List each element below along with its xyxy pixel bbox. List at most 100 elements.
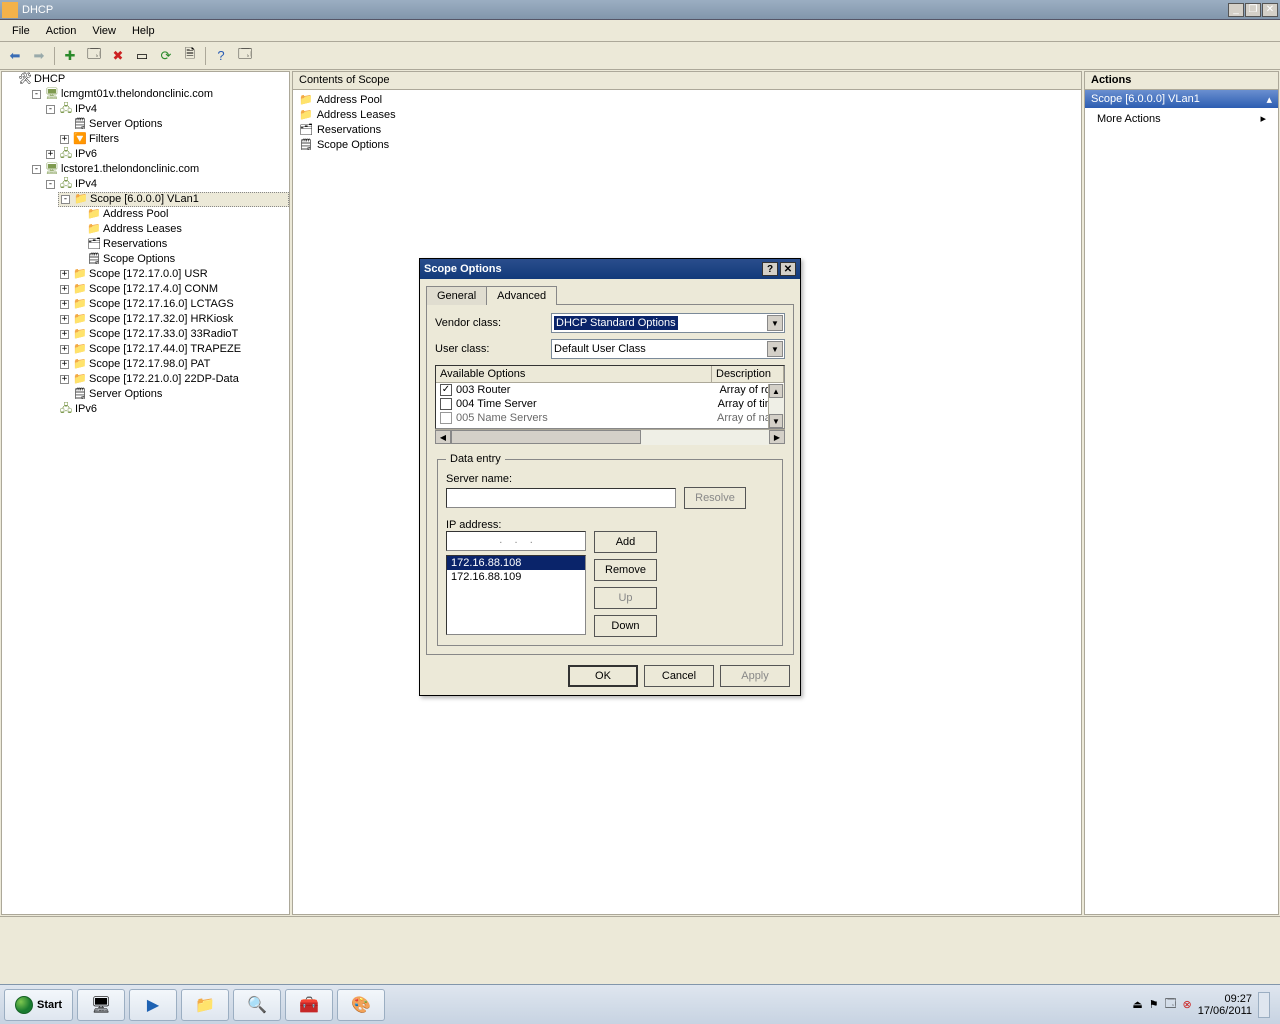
taskbar-item[interactable]: ▶ xyxy=(129,989,177,1021)
tree-server-options-1[interactable]: 🗒Server Options xyxy=(58,117,289,132)
column-header[interactable]: Available Options xyxy=(436,366,712,382)
option-row[interactable]: 004 Time ServerArray of time xyxy=(436,397,784,411)
tree-ipv6-2[interactable]: 🖧IPv6 xyxy=(44,402,289,417)
properties-icon[interactable]: ▭ xyxy=(131,45,153,67)
tree-server-2[interactable]: -🖥lcstore1.thelondonclinic.com xyxy=(30,162,289,177)
server-name-input[interactable] xyxy=(446,488,676,508)
expand-icon[interactable]: + xyxy=(60,345,69,354)
actions-scope-header[interactable]: Scope [6.0.0.0] VLan1▴ xyxy=(1085,90,1278,108)
taskbar-item[interactable]: 🧰 xyxy=(285,989,333,1021)
maximize-button[interactable]: ❐ xyxy=(1245,3,1261,17)
list-icon[interactable]: 🗔 xyxy=(83,45,105,67)
tree-scope[interactable]: +📁Scope [172.21.0.0] 22DP-Data xyxy=(58,372,289,387)
options-icon[interactable]: 🗔 xyxy=(234,45,256,67)
tray-icon[interactable]: ⚑ xyxy=(1149,998,1159,1011)
apply-button[interactable]: Apply xyxy=(720,665,790,687)
cancel-button[interactable]: Cancel xyxy=(644,665,714,687)
collapse-icon[interactable]: - xyxy=(32,90,41,99)
tree-server-1[interactable]: -🖥lcmgmt01v.thelondonclinic.com xyxy=(30,87,289,102)
taskbar-item[interactable]: 🖥 xyxy=(77,989,125,1021)
dialog-titlebar[interactable]: Scope Options ? ✕ xyxy=(420,259,800,279)
back-icon[interactable]: ⬅ xyxy=(4,45,26,67)
collapse-icon[interactable]: - xyxy=(46,105,55,114)
tree-scope[interactable]: +📁Scope [172.17.16.0] LCTAGS xyxy=(58,297,289,312)
tree-scope[interactable]: +📁Scope [172.17.33.0] 33RadioT xyxy=(58,327,289,342)
tree-ipv4-2[interactable]: -🖧IPv4 xyxy=(44,177,289,192)
ip-list-item[interactable]: 172.16.88.109 xyxy=(447,570,585,584)
expand-icon[interactable]: + xyxy=(60,300,69,309)
list-item[interactable]: 🗒Scope Options xyxy=(295,137,1079,152)
expand-icon[interactable]: + xyxy=(60,330,69,339)
tree-scope-options[interactable]: 🗒Scope Options xyxy=(72,252,289,267)
delete-icon[interactable]: ✖ xyxy=(107,45,129,67)
checkbox-icon[interactable] xyxy=(440,412,452,424)
refresh-icon[interactable]: ⟳ xyxy=(155,45,177,67)
menu-file[interactable]: File xyxy=(4,23,38,39)
tree-scope[interactable]: +📁Scope [172.17.32.0] HRKiosk xyxy=(58,312,289,327)
option-row[interactable]: 005 Name ServersArray of nam xyxy=(436,411,784,425)
menu-help[interactable]: Help xyxy=(124,23,163,39)
expand-icon[interactable]: + xyxy=(46,150,55,159)
expand-icon[interactable]: + xyxy=(60,315,69,324)
expand-icon[interactable]: + xyxy=(60,270,69,279)
help-icon[interactable]: ? xyxy=(210,45,232,67)
tree-scope[interactable]: +📁Scope [172.17.98.0] PAT xyxy=(58,357,289,372)
collapse-icon[interactable]: - xyxy=(61,195,70,204)
tree-server-options-2[interactable]: 🗒Server Options xyxy=(58,387,289,402)
add-button[interactable]: Add xyxy=(594,531,657,553)
vertical-scrollbar[interactable]: ▲▼ xyxy=(768,384,784,428)
tree-scope[interactable]: +📁Scope [172.17.44.0] TRAPEZE xyxy=(58,342,289,357)
show-desktop-button[interactable] xyxy=(1258,992,1270,1018)
tab-general[interactable]: General xyxy=(426,286,487,305)
ok-button[interactable]: OK xyxy=(568,665,638,687)
collapse-icon[interactable]: - xyxy=(32,165,41,174)
tree-address-leases[interactable]: 📁Address Leases xyxy=(72,222,289,237)
user-class-dropdown[interactable]: Default User Class ▼ xyxy=(551,339,785,359)
down-button[interactable]: Down xyxy=(594,615,657,637)
list-item[interactable]: 📁Address Leases xyxy=(295,107,1079,122)
tray-icon[interactable]: ⏏ xyxy=(1132,998,1142,1011)
option-row[interactable]: ✓003 RouterArray of rout xyxy=(436,383,784,397)
chevron-down-icon[interactable]: ▼ xyxy=(767,315,783,331)
close-button[interactable]: ✕ xyxy=(1262,3,1278,17)
list-item[interactable]: 📁Address Pool xyxy=(295,92,1079,107)
vendor-class-dropdown[interactable]: DHCP Standard Options ▼ xyxy=(551,313,785,333)
tree-scope[interactable]: +📁Scope [172.17.0.0] USR xyxy=(58,267,289,282)
forward-icon[interactable]: ➡ xyxy=(28,45,50,67)
ip-address-input[interactable]: . . . xyxy=(446,531,586,551)
checkbox-icon[interactable]: ✓ xyxy=(440,384,452,396)
list-item[interactable]: 🗂Reservations xyxy=(295,122,1079,137)
dialog-close-button[interactable]: ✕ xyxy=(780,262,796,276)
expand-icon[interactable]: + xyxy=(60,135,69,144)
tab-advanced[interactable]: Advanced xyxy=(486,286,557,305)
column-header[interactable]: Description xyxy=(712,366,784,382)
tree-reservations[interactable]: 🗂Reservations xyxy=(72,237,289,252)
tray-icon[interactable]: ⊗ xyxy=(1183,998,1192,1011)
menu-action[interactable]: Action xyxy=(38,23,85,39)
start-button[interactable]: Start xyxy=(4,989,73,1021)
dialog-help-button[interactable]: ? xyxy=(762,262,778,276)
add-icon[interactable]: ✚ xyxy=(59,45,81,67)
resolve-button[interactable]: Resolve xyxy=(684,487,746,509)
remove-button[interactable]: Remove xyxy=(594,559,657,581)
tree-scope[interactable]: +📁Scope [172.17.4.0] CONM xyxy=(58,282,289,297)
expand-icon[interactable]: + xyxy=(60,375,69,384)
expand-icon[interactable]: + xyxy=(60,285,69,294)
expand-icon[interactable]: + xyxy=(60,360,69,369)
ip-list-item[interactable]: 172.16.88.108 xyxy=(447,556,585,570)
chevron-down-icon[interactable]: ▼ xyxy=(767,341,783,357)
collapse-icon[interactable]: - xyxy=(46,180,55,189)
tree-filters[interactable]: +🔽Filters xyxy=(58,132,289,147)
minimize-button[interactable]: _ xyxy=(1228,3,1244,17)
tree-ipv4-1[interactable]: -🖧IPv4 xyxy=(44,102,289,117)
tree-address-pool[interactable]: 📁Address Pool xyxy=(72,207,289,222)
tray-icon[interactable]: 🗔 xyxy=(1165,995,1177,1014)
tree-root[interactable]: 🛠DHCP xyxy=(16,72,289,87)
clock[interactable]: 09:27 17/06/2011 xyxy=(1198,993,1252,1017)
taskbar-item[interactable]: 📁 xyxy=(181,989,229,1021)
export-icon[interactable]: 🗎 xyxy=(179,45,201,67)
menu-view[interactable]: View xyxy=(84,23,124,39)
taskbar-item[interactable]: 🎨 xyxy=(337,989,385,1021)
horizontal-scrollbar[interactable]: ◀▶ xyxy=(435,429,785,445)
up-button[interactable]: Up xyxy=(594,587,657,609)
